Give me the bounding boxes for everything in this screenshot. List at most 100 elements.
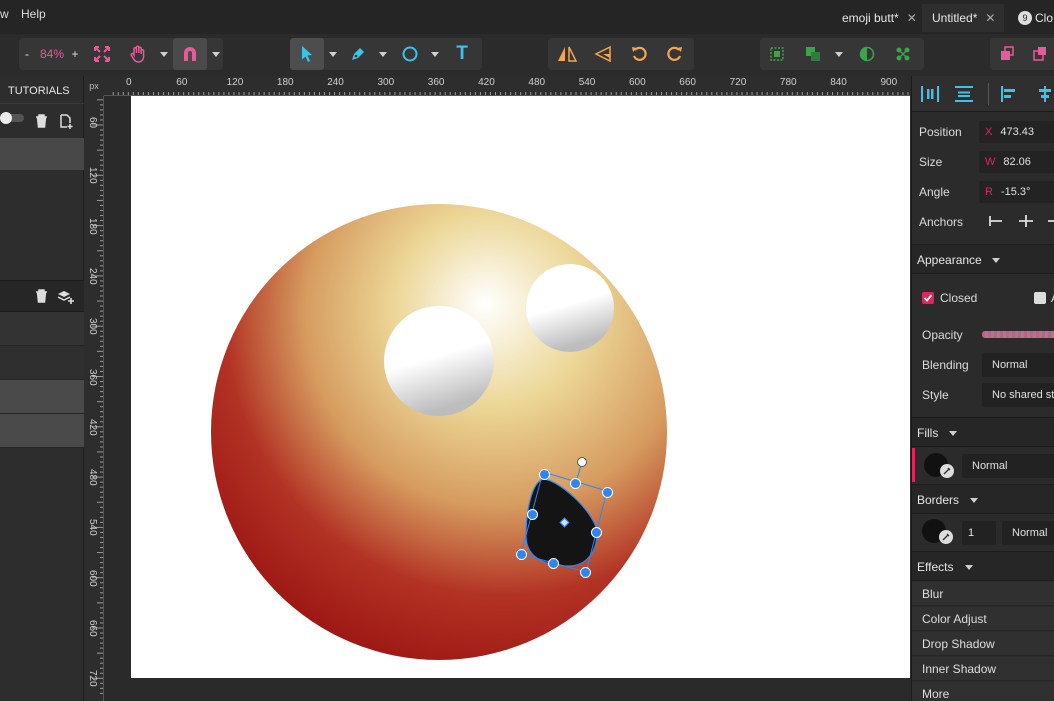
fill-blend-select[interactable]: Normal: [962, 454, 1054, 478]
vertical-ruler[interactable]: 60 120 180 240 300 360 420 480 540 600 660 720: [84, 96, 104, 701]
chevron-down-icon[interactable]: [326, 38, 340, 70]
layer-row[interactable]: [0, 312, 84, 346]
distribute-vertical-icon[interactable]: [954, 85, 974, 106]
trash-icon[interactable]: [35, 289, 48, 306]
size-width-input[interactable]: W 82.06: [979, 151, 1054, 173]
group-icon[interactable]: [762, 38, 792, 70]
close-icon[interactable]: ✕: [907, 11, 917, 25]
resize-handle[interactable]: [539, 469, 550, 480]
effect-blur[interactable]: Blur: [912, 582, 1054, 606]
zoom-value[interactable]: 84%: [35, 38, 69, 70]
fit-screen-icon[interactable]: [89, 38, 115, 70]
chevron-down-icon: [949, 431, 957, 436]
tab-cloud[interactable]: 9 Clo: [1012, 4, 1054, 32]
angle-input[interactable]: R -15.3°: [979, 181, 1054, 203]
ellipse-tool-icon[interactable]: [396, 38, 424, 70]
borders-section-header[interactable]: Borders: [912, 484, 1054, 514]
hand-tool-icon[interactable]: [123, 38, 153, 70]
ruler-label: 300: [377, 77, 395, 88]
distribute-horizontal-icon[interactable]: [920, 85, 940, 106]
chevron-down-icon[interactable]: [428, 38, 442, 70]
chevron-down-icon[interactable]: [157, 38, 171, 70]
zoom-out-button[interactable]: -: [19, 38, 35, 70]
resize-handle[interactable]: [548, 558, 559, 569]
style-label: Style: [922, 388, 949, 402]
second-checkbox[interactable]: [1034, 292, 1046, 304]
anchor-center-icon[interactable]: [1018, 214, 1034, 231]
fills-section-header[interactable]: Fills: [912, 417, 1054, 447]
effect-color-adjust[interactable]: Color Adjust: [912, 607, 1054, 631]
select-tool-icon[interactable]: [290, 38, 324, 70]
resize-handle[interactable]: [591, 527, 602, 538]
effect-inner-shadow[interactable]: Inner Shadow: [912, 657, 1054, 681]
blending-select[interactable]: Normal: [982, 353, 1054, 377]
artboard[interactable]: [131, 96, 910, 678]
anchor-right-icon[interactable]: [1048, 214, 1054, 231]
flip-horizontal-icon[interactable]: [552, 38, 582, 70]
opacity-slider[interactable]: [982, 331, 1054, 338]
mask-icon[interactable]: [852, 38, 882, 70]
flip-vertical-icon[interactable]: [588, 38, 618, 70]
emoji-face[interactable]: [211, 204, 667, 660]
effects-section-header[interactable]: Effects: [912, 551, 1054, 581]
resize-handle[interactable]: [602, 487, 613, 498]
shared-style-select[interactable]: No shared sty: [982, 383, 1054, 407]
position-x-input[interactable]: X 473.43: [979, 121, 1054, 143]
close-icon[interactable]: ✕: [985, 11, 995, 25]
rotate-left-icon[interactable]: [624, 38, 654, 70]
menu-view[interactable]: w: [0, 7, 9, 21]
pen-tool-icon[interactable]: [344, 38, 372, 70]
symbol-icon[interactable]: [888, 38, 918, 70]
left-eye[interactable]: [384, 306, 494, 416]
chevron-down-icon[interactable]: [832, 38, 846, 70]
tutorials-tab[interactable]: TUTORIALS: [0, 80, 84, 104]
text-tool-icon[interactable]: T: [448, 38, 476, 70]
resize-handle[interactable]: [527, 509, 538, 520]
ruler-label: 0: [126, 77, 132, 88]
zoom-in-button[interactable]: +: [69, 38, 81, 70]
effect-drop-shadow[interactable]: Drop Shadow: [912, 632, 1054, 656]
union-icon[interactable]: [798, 38, 828, 70]
layer-row-selected[interactable]: [0, 414, 84, 448]
menu-help[interactable]: Help: [21, 7, 46, 21]
right-eye[interactable]: [526, 264, 614, 352]
eyedropper-icon[interactable]: [940, 464, 954, 478]
border-blend-select[interactable]: Normal: [1002, 521, 1054, 545]
closed-checkbox[interactable]: [922, 292, 934, 304]
ruler-label: 420: [478, 77, 495, 88]
chevron-down-icon: [992, 258, 1000, 263]
border-width-input[interactable]: 1: [962, 521, 996, 545]
appearance-section-header[interactable]: Appearance: [912, 244, 1054, 274]
page-row-selected[interactable]: [0, 138, 84, 170]
ruler-label: 360: [87, 368, 98, 386]
rotation-handle[interactable]: [577, 457, 587, 467]
snap-magnet-icon[interactable]: [173, 38, 207, 70]
add-page-icon[interactable]: [59, 114, 74, 132]
tab-label: Untitled*: [932, 11, 978, 25]
trash-icon[interactable]: [35, 114, 48, 131]
resize-handle[interactable]: [570, 478, 581, 489]
chevron-down-icon[interactable]: [376, 38, 390, 70]
fill-active-indicator: [912, 448, 915, 482]
horizontal-ruler[interactable]: 0 60 120 180 240 300 360 420 480 540 600 660 720 780 8…: [104, 76, 910, 96]
anchor-left-icon[interactable]: [988, 214, 1004, 231]
tab-untitled[interactable]: Untitled* ✕: [922, 4, 1004, 32]
ruler-ticks: [92, 99, 103, 694]
resize-handle[interactable]: [580, 567, 591, 578]
bring-forward-icon[interactable]: [992, 38, 1022, 70]
send-backward-icon[interactable]: [1026, 38, 1054, 70]
layer-row[interactable]: [0, 346, 84, 380]
align-center-icon[interactable]: [1036, 85, 1054, 106]
position-label: Position: [919, 125, 962, 139]
chevron-down-icon[interactable]: [209, 38, 223, 70]
tab-emoji-butt[interactable]: emoji butt* ✕: [834, 4, 920, 32]
resize-handle[interactable]: [516, 549, 527, 560]
layer-row-selected[interactable]: [0, 380, 84, 414]
chevron-down-icon: [965, 565, 973, 570]
eyedropper-icon[interactable]: [939, 530, 953, 544]
visibility-toggle[interactable]: [0, 112, 26, 124]
add-layer-icon[interactable]: [57, 289, 75, 307]
align-left-icon[interactable]: [1000, 85, 1018, 106]
rotate-right-icon[interactable]: [660, 38, 690, 70]
effect-more[interactable]: More: [912, 682, 1054, 701]
